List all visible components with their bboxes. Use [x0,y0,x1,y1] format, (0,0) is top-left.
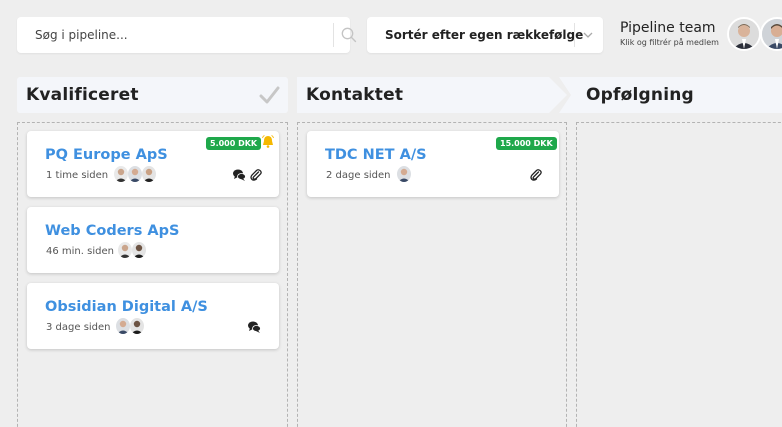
column-title: Kvalificeret [26,85,139,105]
chevron-down-icon [583,32,593,38]
deal-time: 1 time siden [46,170,109,181]
bell-icon[interactable] [262,135,274,148]
team-title: Pipeline team [620,20,716,36]
deal-time: 2 dage siden [326,170,391,181]
sort-label: Sortér efter egen rækkefølge [385,28,584,42]
column-header-opfoelgning[interactable]: Opfølgning [559,77,782,113]
avatar[interactable] [118,242,132,258]
deal-name: PQ Europe ApS [45,147,168,163]
attachment-icon[interactable] [529,168,543,182]
column-title: Opfølgning [586,85,694,105]
avatar[interactable] [130,318,144,334]
avatar[interactable] [132,242,146,258]
column-header-kontaktet[interactable]: Kontaktet [297,77,567,113]
deal-name: Obsidian Digital A/S [45,299,208,315]
column-title: Kontaktet [306,85,404,105]
search-divider [333,23,334,47]
avatar[interactable] [114,166,128,182]
search-icon[interactable] [340,26,358,44]
avatar[interactable] [128,166,142,182]
search-input[interactable] [17,17,317,53]
deal-card[interactable]: Obsidian Digital A/S 3 dage siden [27,283,279,349]
deal-time: 3 dage siden [46,322,111,333]
sort-divider [574,23,575,47]
pipeline-team: Pipeline team Klik og filtrér på medlem [620,20,719,47]
deal-time: 46 min. siden [46,246,114,257]
deal-value-badge: 5.000 DKK [206,137,262,150]
avatar[interactable] [142,166,156,182]
search-box [17,17,357,53]
deal-card[interactable]: TDC NET A/S 2 dage siden 15.000 DKK [307,131,559,197]
attachment-icon[interactable] [249,168,263,182]
deal-card[interactable]: Web Coders ApS 46 min. siden [27,207,279,273]
comments-icon[interactable] [247,320,261,334]
comments-icon[interactable] [232,168,246,182]
deal-value-badge: 15.000 DKK [496,137,557,150]
deal-card[interactable]: PQ Europe ApS 1 time siden 5.000 DKK [27,131,279,197]
sort-select[interactable]: Sortér efter egen rækkefølge [367,17,603,53]
avatar[interactable] [760,17,782,51]
deal-name: TDC NET A/S [325,147,427,163]
avatar[interactable] [397,166,411,182]
deal-name: Web Coders ApS [45,223,180,239]
avatar[interactable] [727,17,761,51]
column-opfoelgning [576,122,782,427]
check-icon [259,86,280,104]
column-header-kvalificeret[interactable]: Kvalificeret [17,77,288,113]
team-subtitle: Klik og filtrér på medlem [620,38,719,47]
avatar[interactable] [116,318,130,334]
